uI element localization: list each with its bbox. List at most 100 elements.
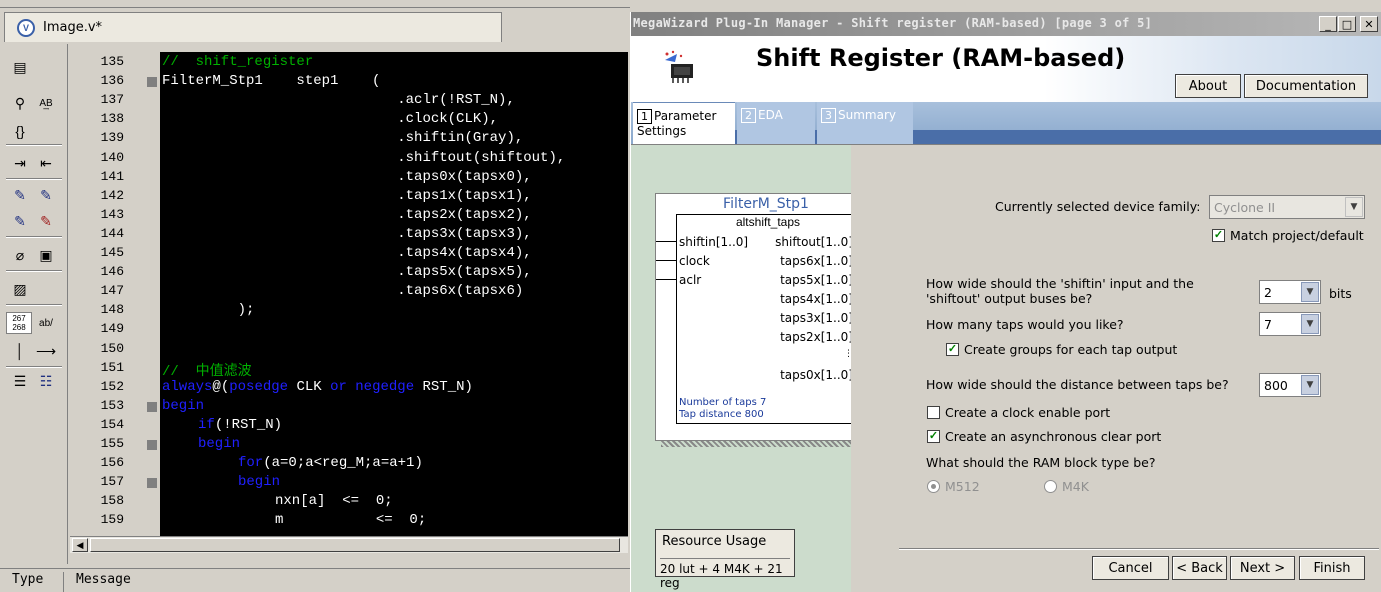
cursor-icon[interactable]: │ xyxy=(8,340,32,362)
code-token: for xyxy=(238,455,264,472)
about-button[interactable]: About xyxy=(1175,74,1241,98)
line-number: 135 xyxy=(100,54,124,69)
tab-label: EDA xyxy=(758,108,783,122)
minimize-button[interactable]: _ xyxy=(1319,16,1337,32)
back-button[interactable]: < Back xyxy=(1172,556,1227,580)
line-number: 153 xyxy=(100,397,124,413)
binoculars-icon[interactable]: ⚲ xyxy=(8,92,32,114)
port-taps2x: taps2x[1..0] xyxy=(780,330,853,344)
cancel-button[interactable]: Cancel xyxy=(1092,556,1169,580)
footer-separator xyxy=(899,548,1379,550)
symbol-box: FilterM_Stp1 altshift_taps shiftin[1..0]… xyxy=(655,193,876,441)
clock-enable-checkbox[interactable] xyxy=(927,406,940,419)
code-token: begin xyxy=(198,436,241,452)
wizard-tabs: 1 Parameter Settings 2 EDA 3 Summary xyxy=(631,102,1381,144)
match-project-label: Match project/default xyxy=(1230,228,1364,243)
ram-m4k-label: M4K xyxy=(1062,479,1089,494)
documentation-button[interactable]: Documentation xyxy=(1244,74,1368,98)
match-project-checkbox[interactable]: ✓ xyxy=(1212,229,1225,242)
script-icon[interactable]: ▣ xyxy=(34,244,58,266)
taps-select[interactable]: 7 ▼ xyxy=(1259,312,1321,336)
indent-icon[interactable]: ⇥ xyxy=(8,152,32,174)
symbol-subtitle: altshift_taps xyxy=(735,215,801,229)
code-token: nxn[a] <= 0; xyxy=(275,493,393,510)
editor-tab-title: Image.v* xyxy=(43,20,103,35)
insert-template-icon[interactable]: ▨ xyxy=(8,278,32,300)
chevron-down-icon[interactable]: ▼ xyxy=(1301,282,1319,302)
async-clear-checkbox[interactable]: ✓ xyxy=(927,430,940,443)
column-type[interactable]: Type xyxy=(0,572,64,592)
next-button[interactable]: Next > xyxy=(1230,556,1295,580)
scroll-left-icon[interactable]: ◀ xyxy=(72,538,88,552)
code-token: RST_N) xyxy=(414,378,473,395)
toolbar-separator xyxy=(6,304,62,306)
line-number: 148 xyxy=(100,302,124,318)
editor-tab[interactable]: V Image.v* xyxy=(4,12,502,42)
horizontal-scrollbar[interactable]: ◀ xyxy=(70,536,628,553)
finish-button[interactable]: Finish xyxy=(1299,556,1365,580)
bookmark-icon[interactable]: ✎ xyxy=(8,184,32,206)
code-token: CLK xyxy=(288,378,331,395)
code-token: .taps5x(tapsx5), xyxy=(162,264,532,281)
word-wrap-icon[interactable]: ab/ xyxy=(34,312,58,334)
code-token: begin xyxy=(238,474,281,491)
megawizard-window: MegaWizard Plug-In Manager - Shift regis… xyxy=(630,12,1381,592)
line-number: 143 xyxy=(100,206,124,222)
maximize-button[interactable]: □ xyxy=(1338,16,1356,32)
toolbar-separator xyxy=(6,366,62,368)
brackets-icon[interactable]: {} xyxy=(8,120,32,142)
line-number: 140 xyxy=(100,149,124,165)
distance-select[interactable]: 800 ▼ xyxy=(1259,373,1321,397)
line-number: 146 xyxy=(100,264,124,280)
symbol-preview-panel: FilterM_Stp1 altshift_taps shiftin[1..0]… xyxy=(631,144,881,592)
editor-toolbar: ▤ ⚲ A͢B {} ⇥ ⇤ ✎ ✎ ✎ ✎ ⌀ ▣ ▨ 267 268 ab/… xyxy=(0,44,68,564)
line-number: 154 xyxy=(100,416,124,432)
line-number: 139 xyxy=(100,130,124,146)
code-token: if xyxy=(198,416,215,433)
code-editor[interactable]: // shift_register FilterM_Stp1 step1 ( .a… xyxy=(160,52,628,536)
toolbar-separator xyxy=(6,178,62,180)
column-message[interactable]: Message xyxy=(64,572,630,592)
find-replace-icon[interactable]: A͢B xyxy=(34,92,58,114)
chevron-down-icon[interactable]: ▼ xyxy=(1301,314,1319,334)
code-line: .taps2x(tapsx2), xyxy=(162,207,531,223)
code-line: .taps4x(tapsx4), xyxy=(162,245,532,261)
code-line: begin xyxy=(238,474,280,490)
tab-number: 2 xyxy=(741,108,756,123)
scroll-thumb[interactable] xyxy=(90,538,620,552)
code-token: .taps4x(tapsx4), xyxy=(162,245,532,261)
tab-parameter-settings[interactable]: 1 Parameter Settings xyxy=(633,102,735,144)
align-icon[interactable]: ☰ xyxy=(8,370,32,392)
code-line: .shiftout(shiftout), xyxy=(162,150,565,166)
fold-marker-icon[interactable] xyxy=(147,440,157,450)
parameter-settings-panel: Currently selected device family: Cyclon… xyxy=(851,144,1381,592)
code-line: .taps1x(tapsx1), xyxy=(162,188,531,204)
prev-bookmark-icon[interactable]: ✎ xyxy=(8,210,32,232)
clear-bookmarks-icon[interactable]: ✎ xyxy=(34,210,58,232)
editor-tabbar: V Image.v* xyxy=(0,8,630,44)
fold-marker-icon[interactable] xyxy=(147,478,157,489)
unindent-icon[interactable]: ⇤ xyxy=(34,152,58,174)
code-token: .taps3x(tapsx3), xyxy=(162,225,532,242)
line-number: 149 xyxy=(100,321,124,337)
tab-eda[interactable]: 2 EDA xyxy=(737,102,815,144)
code-line: .taps0x(tapsx0), xyxy=(162,169,531,185)
tab-summary[interactable]: 3 Summary xyxy=(817,102,913,144)
code-line: .taps3x(tapsx3), xyxy=(162,225,532,242)
symbol-block: altshift_taps shiftin[1..0] clock aclr s… xyxy=(676,214,858,424)
arrow-right-icon[interactable]: ⟶ xyxy=(34,340,58,362)
attach-icon[interactable]: ⌀ xyxy=(8,244,32,266)
bus-width-select[interactable]: 2 ▼ xyxy=(1259,280,1321,304)
line-number-toggle-icon[interactable]: 267 268 xyxy=(6,312,32,334)
close-button[interactable]: ✕ xyxy=(1360,16,1378,32)
fold-marker-icon[interactable] xyxy=(147,401,157,412)
fold-marker-icon[interactable] xyxy=(147,77,157,88)
next-bookmark-icon[interactable]: ✎ xyxy=(34,184,58,206)
line-number: 147 xyxy=(100,283,124,299)
chevron-down-icon[interactable]: ▼ xyxy=(1301,375,1319,395)
groups-checkbox[interactable]: ✓ xyxy=(946,343,959,356)
format-icon[interactable]: ☷ xyxy=(34,370,58,392)
window-icon[interactable]: ▤ xyxy=(8,56,32,78)
window-titlebar[interactable]: MegaWizard Plug-In Manager - Shift regis… xyxy=(631,12,1381,36)
line-number: 156 xyxy=(100,455,124,471)
